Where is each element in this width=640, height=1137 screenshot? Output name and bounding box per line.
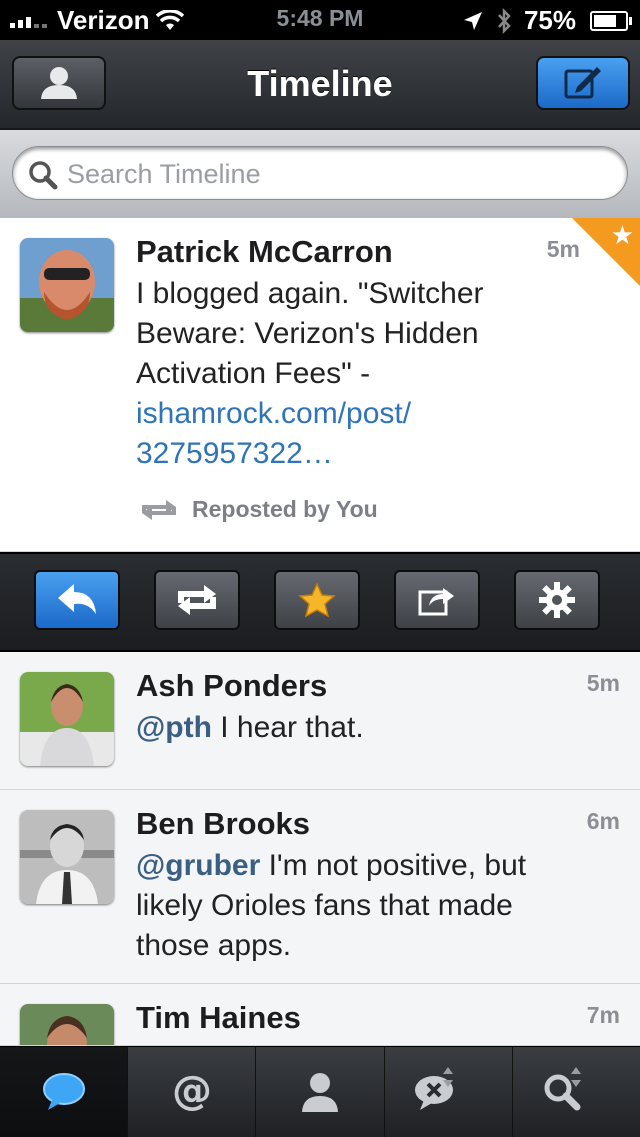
gear-icon	[539, 582, 575, 618]
favorite-button[interactable]	[274, 570, 360, 630]
location-icon	[463, 11, 482, 30]
favorite-icon	[298, 582, 336, 618]
navigation-bar: Timeline	[0, 40, 640, 130]
repost-button[interactable]	[154, 570, 240, 630]
tweet-mention[interactable]: @pth	[136, 711, 212, 744]
avatar[interactable]	[20, 238, 114, 332]
profile-icon	[302, 1073, 338, 1112]
reply-icon	[58, 584, 96, 614]
user-icon	[41, 67, 77, 99]
tweet-author[interactable]: Patrick McCarron	[136, 234, 393, 270]
tab-profile[interactable]	[256, 1047, 385, 1137]
search-bar	[0, 130, 640, 219]
tweet-author[interactable]: Ash Ponders	[136, 668, 327, 704]
tab-timeline[interactable]	[0, 1047, 129, 1137]
tweet-text: @pth I hear that.	[136, 708, 566, 748]
tweet-body: I blogged again. "Switcher Beware: Veriz…	[136, 277, 484, 390]
tweet-mention[interactable]: @gruber	[136, 849, 260, 882]
tab-mentions[interactable]: @	[128, 1047, 257, 1137]
search-field[interactable]	[12, 146, 628, 200]
mentions-icon: @	[172, 1070, 212, 1114]
repost-indicator: Reposted by You	[136, 496, 378, 523]
tweet-row[interactable]: Tim Haines 7m	[0, 984, 640, 1046]
share-icon	[418, 588, 454, 616]
tweet-timestamp: 6m	[586, 808, 620, 834]
tweet-body: I hear that.	[211, 711, 364, 744]
battery-icon	[590, 10, 632, 31]
tab-search[interactable]	[513, 1047, 640, 1137]
chevron-updown-icon	[443, 1067, 454, 1087]
tab-bar: @	[0, 1046, 640, 1137]
tweet-author[interactable]: Ben Brooks	[136, 806, 310, 842]
reply-button[interactable]	[34, 570, 120, 630]
repost-label: Reposted by You	[192, 496, 378, 522]
timeline-icon	[42, 1073, 85, 1110]
search-icon	[29, 161, 58, 190]
accounts-button[interactable]	[12, 56, 106, 110]
star-icon: ★	[610, 220, 634, 250]
tweet-timestamp: 5m	[586, 670, 620, 696]
tweet-row[interactable]: Ben Brooks 6m @gruber I'm not positive, …	[0, 790, 640, 984]
tweet-timestamp: 5m	[546, 236, 580, 262]
tweet-link[interactable]: ishamrock.com/post/ 3275957322…	[136, 397, 411, 470]
favorited-corner-badge: ★	[572, 218, 640, 286]
settings-button[interactable]	[514, 570, 600, 630]
search-input[interactable]	[65, 153, 609, 195]
tweet-author[interactable]: Tim Haines	[136, 1000, 301, 1036]
status-bar: Verizon 5:48 PM 75%	[0, 0, 640, 40]
compose-icon	[564, 67, 601, 99]
tweet-row[interactable]: Ash Ponders 5m @pth I hear that.	[0, 652, 640, 790]
tweet-timestamp: 7m	[586, 1002, 620, 1028]
tweet-text: I blogged again. "Switcher Beware: Veriz…	[136, 274, 566, 474]
bluetooth-icon	[498, 7, 511, 34]
tweet-text: @gruber I'm not positive, but likely Ori…	[136, 846, 566, 966]
tweet-action-toolbar	[0, 552, 640, 652]
battery-percent: 75%	[523, 5, 576, 35]
tab-messages[interactable]	[385, 1047, 513, 1137]
chevron-updown-icon	[571, 1067, 582, 1087]
tweet-row[interactable]: ★ Patrick McCarron 5m I blogged again. "…	[0, 218, 640, 552]
avatar[interactable]	[20, 810, 114, 904]
avatar[interactable]	[20, 672, 114, 766]
avatar[interactable]	[20, 1004, 114, 1045]
share-button[interactable]	[394, 570, 480, 630]
compose-button[interactable]	[536, 56, 630, 110]
repost-icon	[142, 499, 176, 520]
repost-icon	[178, 585, 216, 615]
svg-text:@: @	[172, 1070, 212, 1114]
